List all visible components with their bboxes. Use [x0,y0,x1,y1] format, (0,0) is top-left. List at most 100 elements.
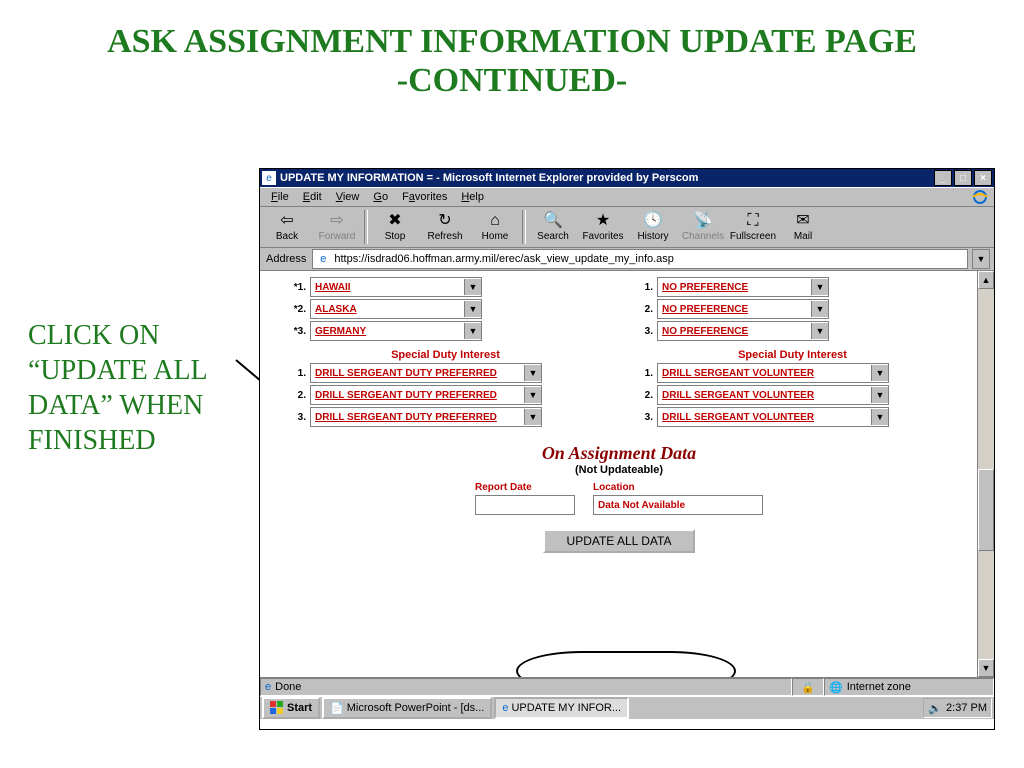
page-icon: e [316,252,330,266]
history-button[interactable]: 🕓History [628,208,678,246]
home-icon: ⌂ [490,213,500,231]
address-input[interactable]: e https://isdrad06.hoffman.army.mil/erec… [312,249,968,269]
address-bar: Address e https://isdrad06.hoffman.army.… [260,248,994,271]
pref-index: 3. [619,326,657,337]
address-dropdown-button[interactable]: ▼ [972,249,990,269]
favorites-icon: ★ [596,213,610,231]
fullscreen-button[interactable]: ⛶Fullscreen [728,208,778,246]
scroll-up-button[interactable]: ▲ [978,271,994,289]
lock-icon: 🔒 [801,681,815,694]
pref-select[interactable]: ALASKA▼ [310,299,482,319]
stop-button[interactable]: ✖Stop [370,208,420,246]
maximize-button[interactable]: □ [954,170,972,186]
scroll-down-button[interactable]: ▼ [978,659,994,677]
vertical-scrollbar[interactable]: ▲ ▼ [977,271,994,677]
chevron-down-icon: ▼ [811,279,828,295]
chevron-down-icon: ▼ [524,365,541,381]
home-button[interactable]: ⌂Home [470,208,520,246]
scroll-thumb[interactable] [978,469,994,551]
security-zone: Internet zone [847,681,911,693]
fullscreen-icon: ⛶ [747,213,758,231]
mail-icon: ✉ [796,213,809,231]
pref-select[interactable]: NO PREFERENCE▼ [657,299,829,319]
chevron-down-icon: ▼ [871,409,888,425]
menu-favorites[interactable]: Favorites [395,191,454,203]
pref-select[interactable]: NO PREFERENCE▼ [657,277,829,297]
menubar: File Edit View Go Favorites Help [260,187,994,207]
pref-select[interactable]: GERMANY▼ [310,321,482,341]
taskbar: Start 📄 Microsoft PowerPoint - [ds... e … [260,696,994,719]
channels-icon: 📡 [693,213,713,231]
chevron-down-icon: ▼ [811,301,828,317]
browser-window: e UPDATE MY INFORMATION = - Microsoft In… [260,169,994,729]
mail-button[interactable]: ✉Mail [778,208,828,246]
pref-index: *2. [272,304,310,315]
taskbar-item-ie[interactable]: e UPDATE MY INFOR... [494,697,629,719]
channels-button[interactable]: 📡Channels [678,208,728,246]
back-button[interactable]: ⇦Back [262,208,312,246]
sdi-index: 1. [272,368,310,379]
chevron-down-icon: ▼ [464,279,481,295]
forward-button[interactable]: ⇨Forward [312,208,362,246]
sdi-heading: Special Duty Interest [272,349,619,361]
page-content: *1. HAWAII▼ *2. ALASKA▼ *3. GERMANY▼ 1. … [260,271,994,678]
start-label: Start [287,702,312,714]
back-icon: ⇦ [280,213,293,231]
chevron-down-icon: ▼ [871,365,888,381]
taskbar-item-powerpoint[interactable]: 📄 Microsoft PowerPoint - [ds... [322,697,492,719]
history-icon: 🕓 [643,213,663,231]
menu-view[interactable]: View [329,191,367,203]
toolbar: ⇦Back ⇨Forward ✖Stop ↻Refresh ⌂Home 🔍Sea… [260,207,994,248]
chevron-down-icon: ▼ [871,387,888,403]
pref-select[interactable]: HAWAII▼ [310,277,482,297]
menu-go[interactable]: Go [366,191,395,203]
search-icon: 🔍 [543,213,563,231]
clock: 2:37 PM [946,702,987,714]
oad-subheading: (Not Updateable) [272,464,966,476]
favorites-button[interactable]: ★Favorites [578,208,628,246]
address-label: Address [264,253,308,265]
status-text: Done [275,681,301,693]
chevron-down-icon: ▼ [464,323,481,339]
pref-index: 2. [619,304,657,315]
search-button[interactable]: 🔍Search [528,208,578,246]
chevron-down-icon: ▼ [524,409,541,425]
windows-logo-icon [270,701,284,715]
forward-icon: ⇨ [330,213,343,231]
sdi-select[interactable]: DRILL SERGEANT VOLUNTEER▼ [657,407,889,427]
system-tray: 🔈 2:37 PM [923,698,992,718]
window-title: UPDATE MY INFORMATION = - Microsoft Inte… [280,172,934,184]
pref-index: *1. [272,282,310,293]
sdi-select[interactable]: DRILL SERGEANT DUTY PREFERRED▼ [310,363,542,383]
refresh-button[interactable]: ↻Refresh [420,208,470,246]
menu-edit[interactable]: Edit [296,191,329,203]
page-icon: e [502,702,508,714]
statusbar: e Done 🔒 🌐 Internet zone [260,678,994,696]
chevron-down-icon: ▼ [524,387,541,403]
update-all-data-button[interactable]: UPDATE ALL DATA [543,529,696,553]
ie-logo-icon [970,189,990,205]
sdi-index: 3. [272,412,310,423]
sdi-select[interactable]: DRILL SERGEANT VOLUNTEER▼ [657,385,889,405]
close-button[interactable]: × [974,170,992,186]
menu-file[interactable]: File [264,191,296,203]
pref-select[interactable]: NO PREFERENCE▼ [657,321,829,341]
minimize-button[interactable]: _ [934,170,952,186]
powerpoint-icon: 📄 [330,702,344,715]
titlebar: e UPDATE MY INFORMATION = - Microsoft In… [260,169,994,187]
start-button[interactable]: Start [262,697,320,719]
oad-heading: On Assignment Data [272,443,966,464]
tray-icon[interactable]: 🔈 [928,702,942,715]
chevron-down-icon: ▼ [464,301,481,317]
sdi-index: 2. [272,390,310,401]
sdi-select[interactable]: DRILL SERGEANT DUTY PREFERRED▼ [310,385,542,405]
menu-help[interactable]: Help [454,191,491,203]
toolbar-separator [522,210,526,244]
toolbar-separator [364,210,368,244]
slide-title-line1: ASK ASSIGNMENT INFORMATION UPDATE PAGE [0,22,1024,61]
sdi-select[interactable]: DRILL SERGEANT VOLUNTEER▼ [657,363,889,383]
pref-index: *3. [272,326,310,337]
sdi-select[interactable]: DRILL SERGEANT DUTY PREFERRED▼ [310,407,542,427]
location-label: Location [593,482,763,493]
scroll-track[interactable] [978,289,994,659]
